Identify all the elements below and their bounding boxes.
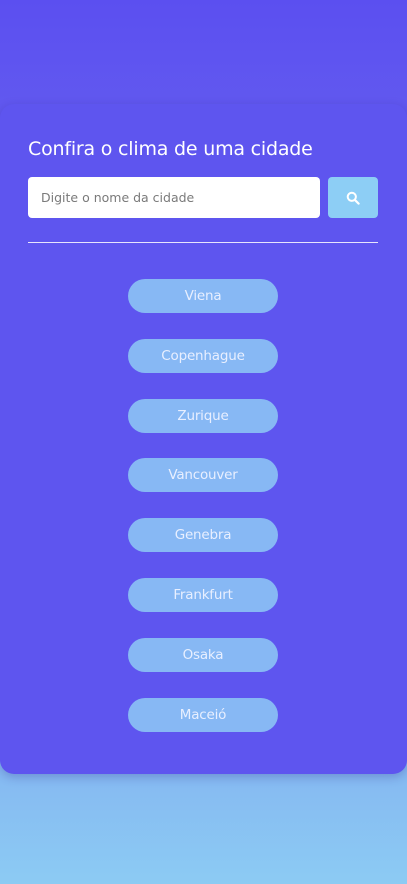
city-list: Viena Copenhague Zurique Vancouver Geneb… (28, 279, 378, 757)
search-row (28, 177, 378, 218)
city-search-input[interactable] (28, 177, 320, 218)
city-button-genebra[interactable]: Genebra (128, 518, 278, 553)
city-button-vancouver[interactable]: Vancouver (128, 458, 278, 493)
page-title: Confira o clima de uma cidade (28, 138, 313, 160)
list-item: Frankfurt (128, 577, 278, 638)
list-item: Viena (128, 279, 278, 339)
city-button-copenhague[interactable]: Copenhague (128, 338, 278, 373)
search-icon (346, 191, 360, 205)
list-item: Zurique (128, 398, 278, 459)
weather-card: Confira o clima de uma cidade Viena Cope… (0, 104, 407, 774)
list-item: Genebra (128, 518, 278, 578)
list-item: Vancouver (128, 458, 278, 518)
city-button-zurique[interactable]: Zurique (128, 398, 278, 433)
search-button[interactable] (328, 177, 378, 218)
list-item: Copenhague (128, 338, 278, 399)
city-button-viena[interactable]: Viena (128, 279, 278, 313)
city-button-osaka[interactable]: Osaka (128, 637, 278, 672)
city-button-maceio[interactable]: Maceió (128, 697, 278, 732)
list-item: Osaka (128, 637, 278, 698)
city-button-frankfurt[interactable]: Frankfurt (128, 577, 278, 612)
divider (28, 242, 378, 243)
list-item: Maceió (128, 697, 278, 758)
